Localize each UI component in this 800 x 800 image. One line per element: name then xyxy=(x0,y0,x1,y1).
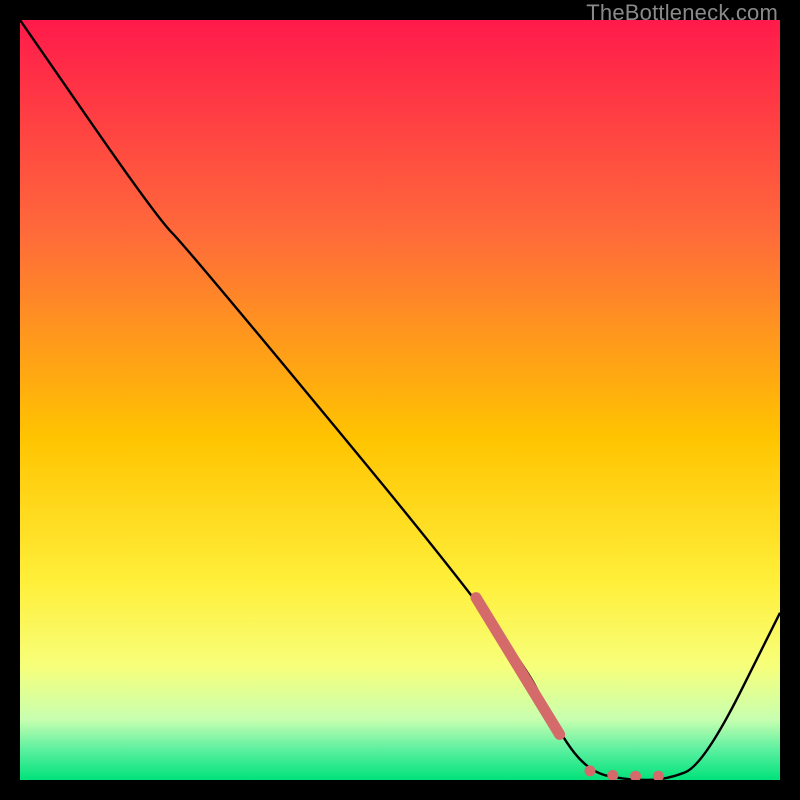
optimal-dot xyxy=(585,765,596,776)
bottleneck-chart xyxy=(20,20,780,780)
gradient-background xyxy=(20,20,780,780)
watermark-text: TheBottleneck.com xyxy=(586,0,778,26)
chart-frame xyxy=(20,20,780,780)
